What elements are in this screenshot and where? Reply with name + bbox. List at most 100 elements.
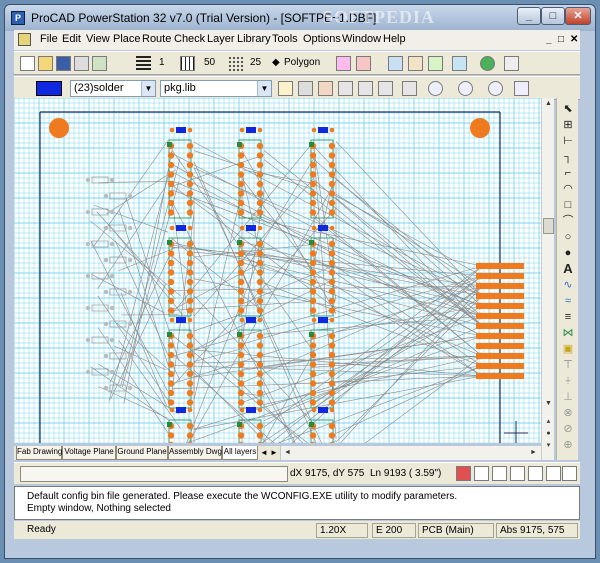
horizontal-scrollbar[interactable]: ◄ ► [281,446,541,460]
scroll-thumb[interactable] [543,218,554,234]
zoom-icon[interactable]: ⊕ [561,438,575,452]
zoom-all-icon[interactable] [514,81,529,96]
tab-assembly-dwg[interactable]: Assembly Dwg [168,446,222,460]
pin-properties-icon[interactable] [546,466,561,481]
wire-icon[interactable]: ┐ [561,150,575,164]
grid-size-value[interactable]: 50 [204,57,215,68]
check-icon[interactable] [428,56,443,71]
red-dimension-icon[interactable] [456,466,471,481]
connector-icon[interactable]: ≡ [561,310,575,324]
menu-route[interactable]: Route [142,33,171,45]
close-button[interactable]: ✕ [565,7,591,25]
place-part-icon[interactable]: ⊞ [561,118,575,132]
mdi-restore-button[interactable]: □ [558,34,564,45]
menu-file[interactable]: File [40,33,58,45]
chevron-down-icon[interactable]: ▼ [141,81,155,96]
mdi-minimize-button[interactable]: _ [546,34,552,45]
menu-layer[interactable]: Layer [207,33,235,45]
inspect-icon[interactable] [510,466,525,481]
chevron-down-icon[interactable]: ▼ [257,81,271,96]
grid-icon[interactable] [180,56,195,71]
scroll-down-icon[interactable]: ▼ [542,398,555,410]
arc-icon[interactable]: ◠ [561,182,575,196]
chip-icon[interactable]: ⋈ [561,326,575,340]
document-menu-icon[interactable] [18,33,31,46]
menu-check[interactable]: Check [174,33,205,45]
layers-icon[interactable] [452,56,467,71]
line-width-icon[interactable] [136,56,151,71]
menu-help[interactable]: Help [383,33,406,45]
open-folder-icon[interactable] [38,56,53,71]
wave-icon[interactable]: ≈ [561,294,575,308]
procad-app-icon[interactable]: P [11,11,25,25]
tab-fab-drawing[interactable]: Fab Drawing [16,446,62,460]
tab-ground-plane[interactable]: Ground Plane [116,446,168,460]
menu-tools[interactable]: Tools [272,33,298,45]
power-icon[interactable]: ⊥ [561,390,575,404]
print-icon[interactable] [74,56,89,71]
via-icon[interactable]: ⊗ [561,406,575,420]
scroll-up-icon[interactable]: ▲ [542,98,555,110]
layer-select[interactable]: (23)solder ▼ [70,80,156,97]
probe-icon[interactable]: ⊤ [561,358,575,372]
autoroute-icon[interactable] [408,56,423,71]
refresh-icon[interactable] [504,56,519,71]
mirror-icon[interactable] [338,81,353,96]
tab-prev-icon[interactable]: ◄ [259,446,269,460]
pin-icon[interactable]: ⊢ [561,134,575,148]
zoom-in-icon[interactable] [458,81,473,96]
pcb-drawing[interactable] [14,98,541,443]
flag-icon[interactable] [278,81,293,96]
active-layer-color-swatch[interactable] [36,81,62,96]
save-icon[interactable] [56,56,71,71]
text-icon[interactable]: A [561,262,575,276]
menu-library[interactable]: Library [237,33,271,45]
scroll-right-icon[interactable]: ► [527,447,540,459]
bus-icon[interactable]: ⌐ [561,166,575,180]
globe-icon[interactable] [480,56,495,71]
circle-icon[interactable]: ○ [561,230,575,244]
gnd-icon[interactable]: ⏚ [561,374,575,388]
new-file-icon[interactable] [20,56,35,71]
pad-icon[interactable] [318,81,333,96]
vertical-scrollbar[interactable]: ▲ ▼ ▴ ● ▾ [541,98,554,460]
measure-icon[interactable] [474,466,489,481]
layer-icon[interactable]: ▣ [561,342,575,356]
snap-size-value[interactable]: 25 [250,57,261,68]
drc-icon[interactable] [356,56,371,71]
tab-all-layers[interactable]: All layers [222,446,258,460]
zoom-window-icon[interactable] [428,81,443,96]
polygon-icon[interactable]: ◆ [272,57,280,68]
pcb-canvas[interactable] [14,98,541,443]
component-icon[interactable] [298,81,313,96]
maximize-button[interactable]: □ [541,7,565,25]
command-field[interactable] [20,466,288,482]
mdi-close-button[interactable]: ✕ [570,34,578,45]
scroll-left-icon[interactable]: ◄ [281,447,294,459]
ruler-icon[interactable] [492,466,507,481]
page-up-icon[interactable]: ▴ [542,416,555,428]
tab-voltage-plane[interactable]: Voltage Plane [62,446,116,460]
net-icon[interactable] [336,56,351,71]
no-connect-icon[interactable]: ⊘ [561,422,575,436]
line-width-value[interactable]: 1 [159,57,165,68]
title-bar[interactable]: P ProCAD PowerStation 32 v7.0 (Trial Ver… [5,5,595,31]
tools-icon[interactable] [562,466,577,481]
snap-icon[interactable] [228,56,243,71]
menu-place[interactable]: Place [113,33,141,45]
menu-edit[interactable]: Edit [62,33,81,45]
menu-window[interactable]: Window [342,33,381,45]
line-icon[interactable]: ⌒ [561,214,575,228]
rotate-right-icon[interactable] [378,81,393,96]
preview-icon[interactable] [92,56,107,71]
rect-icon[interactable]: □ [561,198,575,212]
minimize-button[interactable]: _ [517,7,541,25]
menu-options[interactable]: Options [303,33,341,45]
page-marker-icon[interactable]: ● [542,428,555,440]
page-down-icon[interactable]: ▾ [542,440,555,452]
zoom-out-icon[interactable] [488,81,503,96]
library-select[interactable]: pkg.lib ▼ [160,80,272,97]
fill-circle-icon[interactable]: ● [561,246,575,260]
rotate-left-icon[interactable] [358,81,373,96]
pointer-icon[interactable]: ⬉ [561,102,575,116]
